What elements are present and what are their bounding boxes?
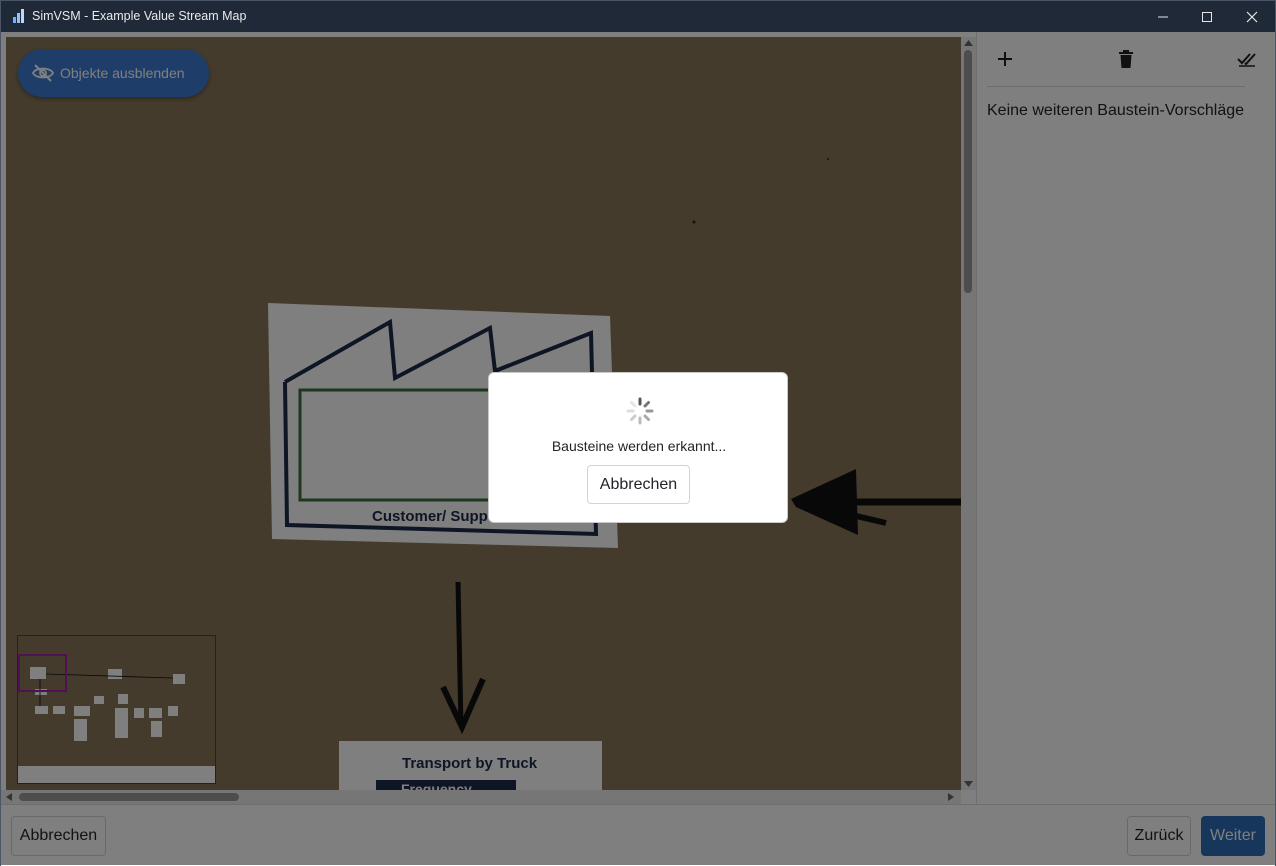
dialog-message: Bausteine werden erkannt... — [551, 438, 727, 454]
minimize-button[interactable] — [1140, 1, 1186, 32]
detection-dialog: Bausteine werden erkannt... Abbrechen — [488, 372, 788, 523]
minimize-icon — [1158, 16, 1168, 17]
loading-spinner-icon — [626, 397, 654, 425]
app-logo-icon — [13, 9, 24, 23]
window-title: SimVSM - Example Value Stream Map — [32, 9, 247, 23]
maximize-icon — [1202, 11, 1212, 22]
title-bar: SimVSM - Example Value Stream Map — [1, 1, 1275, 32]
close-button[interactable] — [1229, 1, 1275, 32]
dialog-cancel-button[interactable]: Abbrechen — [587, 465, 690, 504]
maximize-button[interactable] — [1184, 1, 1230, 32]
close-icon — [1246, 11, 1258, 22]
